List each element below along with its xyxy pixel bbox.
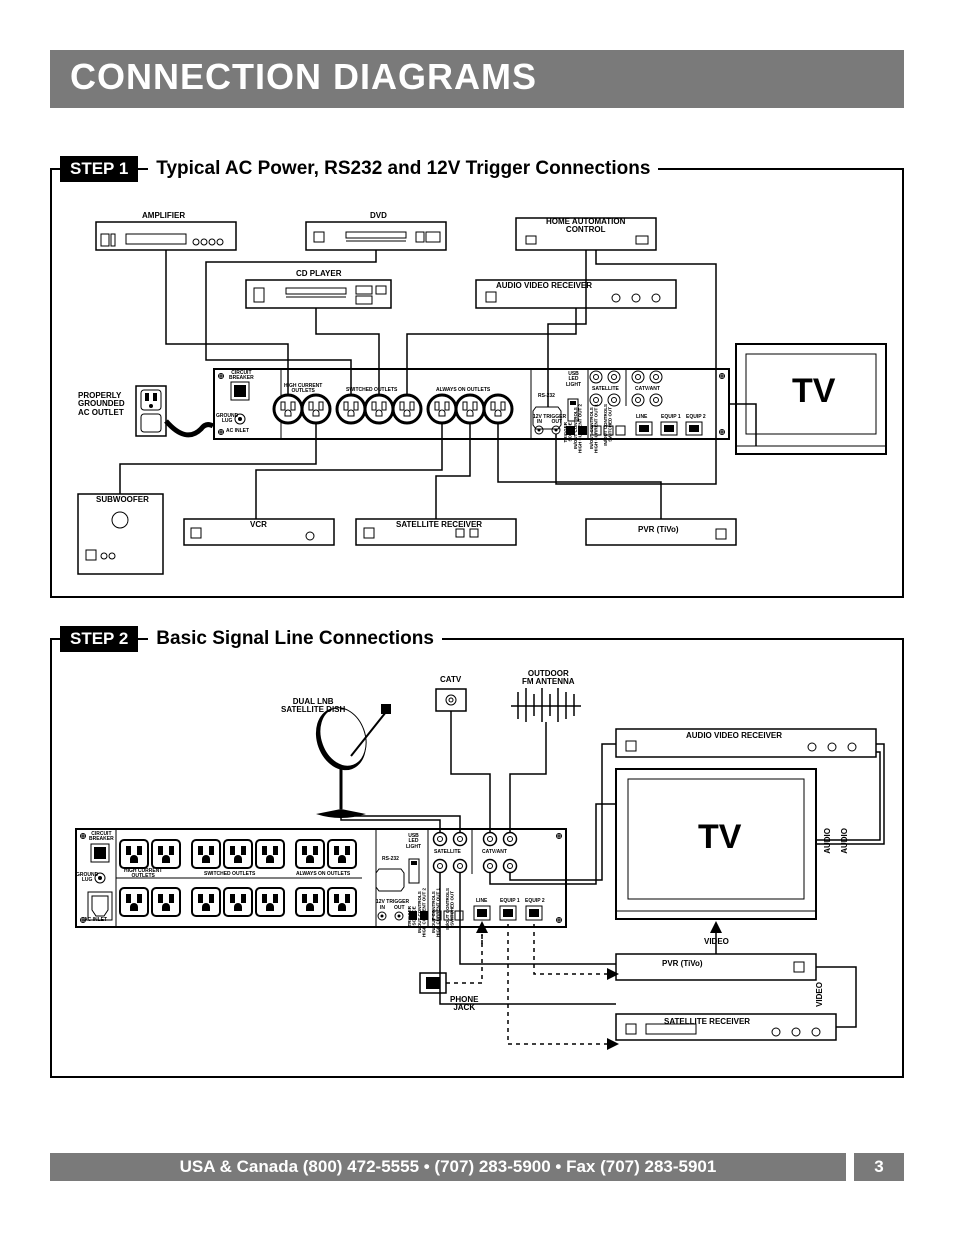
lbl-avr2: AUDIO VIDEO RECEIVER (686, 732, 782, 740)
lbl-tv2: TV (698, 820, 741, 856)
lbl-hc2: HIGH CURRENT OUTLETS (124, 869, 162, 880)
lbl-swo: IN/OUT CONTROLS SWITCHED OUT (604, 404, 613, 446)
lbl-in2: IN (380, 906, 385, 911)
lbl-catv: CATV/ANT (635, 387, 660, 392)
lbl-video2: VIDEO (816, 982, 824, 1007)
lbl-acin: AC INLET (226, 429, 249, 434)
lbl-outlet: PROPERLY GROUNDED AC OUTLET (78, 392, 125, 417)
lbl-sw: SWITCHED OUTLETS (346, 388, 397, 393)
lbl-sat: SATELLITE RECEIVER (396, 521, 482, 529)
lbl-ao2: ALWAYS ON OUTLETS (296, 872, 350, 877)
lbl-outdoor: OUTDOOR FM ANTENNA (522, 670, 575, 687)
lbl-eq22: EQUIP 2 (525, 899, 545, 904)
lbl-tsrc2: TRIGGER SOURCE (408, 906, 417, 927)
lbl-cd: CD PLAYER (296, 270, 342, 278)
lbl-sat2lbl: SATELLITE (434, 850, 461, 855)
lbl-lug2: GROUND LUG (76, 873, 98, 884)
lbl-phone: PHONE JACK (450, 996, 478, 1013)
lbl-dish: DUAL LNB SATELLITE DISH (281, 698, 345, 715)
lbl-pvr2: PVR (TiVo) (662, 960, 703, 968)
lbl-dvd: DVD (370, 212, 387, 220)
lbl-eq12: EQUIP 1 (500, 899, 520, 904)
page-title: CONNECTION DIAGRAMS (50, 50, 904, 108)
lbl-video: VIDEO (704, 938, 729, 946)
footer: USA & Canada (800) 472-5555 • (707) 283-… (50, 1153, 904, 1181)
lbl-rs: RS-232 (538, 394, 555, 399)
lbl-sat2: SATELLITE (592, 387, 619, 392)
lbl-sub: SUBWOOFER (96, 496, 149, 504)
lbl-pvr: PVR (TiVo) (638, 526, 679, 534)
lbl-home-auto: HOME AUTOMATION CONTROL (546, 218, 625, 235)
lbl-amplifier: AMPLIFIER (142, 212, 185, 220)
lbl-tv: TV (792, 374, 835, 410)
footer-page: 3 (854, 1153, 904, 1181)
lbl-out: OUT (552, 420, 563, 425)
lbl-rs2: RS-232 (382, 857, 399, 862)
lbl-sat2b: SATELLITE RECEIVER (664, 1018, 750, 1026)
lbl-out2: OUT (394, 906, 405, 911)
lbl-audio2: AUDIO (841, 828, 849, 854)
lbl-usb2: USB LED LIGHT (406, 834, 421, 850)
lbl-hco-2: IN/OUT CONTROLS HIGH CURRENT OUT 2 (418, 888, 427, 937)
lbl-eq2: EQUIP 2 (686, 415, 706, 420)
lbl-hco: IN/OUT CONTROLS HIGH CURRENT OUT 2 (574, 404, 583, 453)
lbl-swo-2: IN/OUT CONTROLS SWITCHED OUT (446, 888, 455, 930)
lbl-usb: USB LED LIGHT (566, 372, 581, 388)
lbl-lug: GROUND LUG (216, 414, 238, 425)
step2-box: STEP 2 Basic Signal Line Connections (50, 638, 904, 1078)
lbl-breaker: CIRCUIT BREAKER (229, 371, 254, 382)
lbl-line: LINE (636, 415, 647, 420)
lbl-vcr: VCR (250, 521, 267, 529)
lbl-hc: HIGH CURRENT OUTLETS (284, 384, 322, 395)
footer-text: USA & Canada (800) 472-5555 • (707) 283-… (50, 1153, 846, 1181)
lbl-sw2: SWITCHED OUTLETS (204, 872, 255, 877)
lbl-avr: AUDIO VIDEO RECEIVER (496, 282, 592, 290)
lbl-catv: CATV (440, 676, 461, 684)
lbl-acin2: AC INLET (84, 918, 107, 923)
lbl-hco2: IN/OUT CONTROLS HIGH CURRENT OUT 1 (590, 404, 599, 453)
lbl-catv2: CATV/ANT (482, 850, 507, 855)
lbl-tsrc: TRIGGER SOURCE (564, 422, 573, 443)
step1-box: STEP 1 Typical AC Power, RS232 and 12V T… (50, 168, 904, 598)
lbl-hco2-2: IN/OUT CONTROLS HIGH CURRENT OUT 1 (432, 888, 441, 937)
lbl-audio1: AUDIO (824, 828, 832, 854)
step1-svg (56, 174, 896, 594)
lbl-ao: ALWAYS ON OUTLETS (436, 388, 490, 393)
lbl-line2: LINE (476, 899, 487, 904)
lbl-in: IN (537, 420, 542, 425)
lbl-eq1: EQUIP 1 (661, 415, 681, 420)
lbl-brk2: CIRCUIT BREAKER (89, 832, 114, 843)
